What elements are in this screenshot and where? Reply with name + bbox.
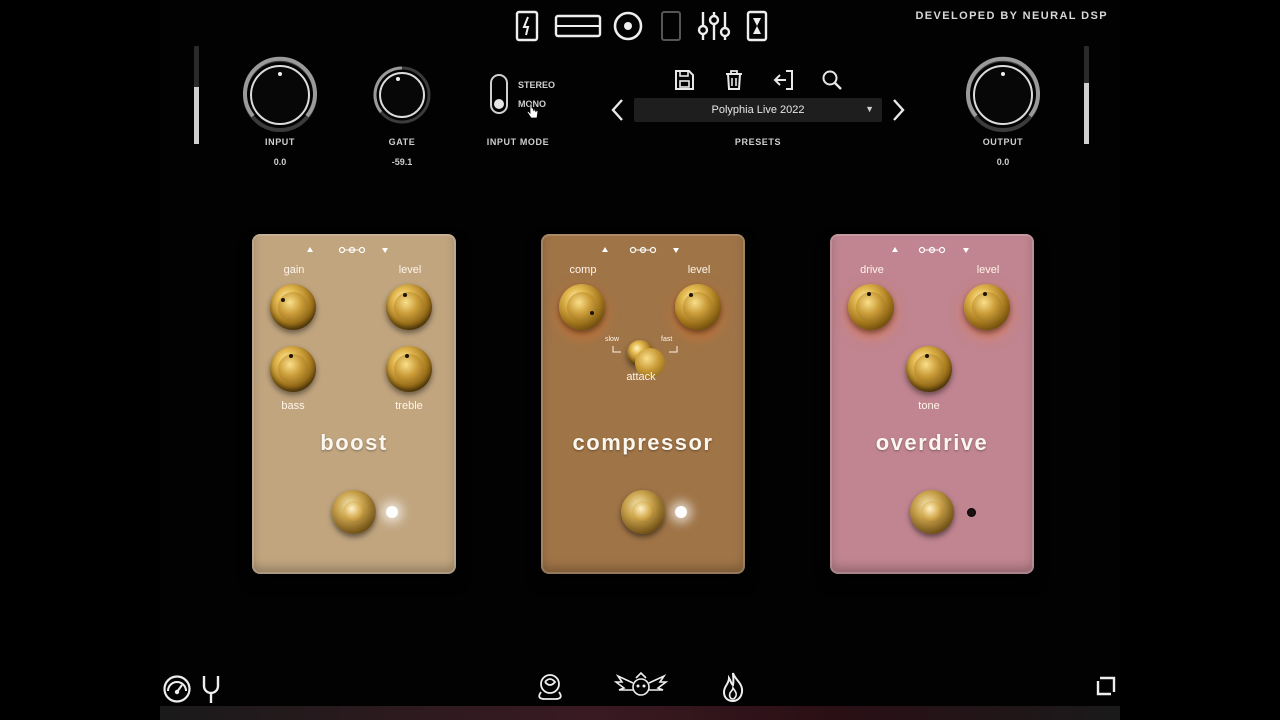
input-mode-toggle[interactable] (490, 74, 508, 114)
preset-name: Polyphia Live 2022 (711, 104, 805, 116)
compressor-pedal: comp level slow fast attack compressor (541, 234, 745, 574)
presets-label: PRESETS (734, 137, 782, 147)
level-knob[interactable] (386, 284, 432, 330)
save-icon (675, 70, 694, 90)
tone-knob[interactable] (906, 346, 952, 392)
resize-icon[interactable] (1096, 676, 1116, 701)
developer-label: DEVELOPED BY NEURAL DSP (915, 10, 1108, 22)
pedal-name: overdrive (875, 430, 989, 455)
pedal-name: boost (320, 430, 388, 455)
trash-icon (726, 70, 742, 90)
chevron-left-icon (611, 99, 623, 121)
footswitch[interactable] (332, 490, 376, 534)
input-meter-fill (194, 87, 199, 144)
search-preset-button[interactable] (820, 68, 844, 92)
mouse-cursor-icon (526, 103, 539, 119)
status-led (967, 508, 976, 517)
mixer-sliders-icon[interactable] (694, 8, 734, 44)
import-preset-button[interactable] (772, 68, 796, 92)
search-icon (822, 70, 842, 90)
preset-dropdown[interactable]: Polyphia Live 2022 ▼ (634, 98, 882, 122)
comp-label: comp (569, 264, 597, 276)
status-led (386, 506, 398, 518)
treble-knob[interactable] (386, 346, 432, 392)
output-knob[interactable] (964, 56, 1042, 134)
overdrive-pedal: drive level tone overdrive (830, 234, 1034, 574)
prev-preset-button[interactable] (608, 96, 628, 124)
tone-label: tone (918, 400, 940, 412)
input-mode-label: INPUT MODE (486, 137, 550, 147)
plugin-window: DEVELOPED BY NEURAL DSP INPUT 0.0 GATE -… (160, 0, 1120, 720)
footswitch[interactable] (910, 490, 954, 534)
pedal-fx-icon[interactable] (512, 8, 542, 44)
next-preset-button[interactable] (888, 96, 908, 124)
drive-label: drive (860, 264, 884, 276)
toggle-thumb (494, 99, 504, 109)
save-preset-button[interactable] (672, 68, 696, 92)
metronome-icon[interactable] (162, 674, 192, 709)
gate-label: GATE (388, 137, 416, 147)
comp-knob[interactable] (559, 284, 605, 330)
bass-knob[interactable] (270, 346, 316, 392)
module-nav: DEVELOPED BY NEURAL DSP (160, 0, 1120, 52)
chevron-down-icon: ▼ (865, 104, 874, 114)
tuner-fork-icon[interactable] (198, 674, 224, 709)
attack-switch[interactable] (627, 340, 665, 378)
gate-knob[interactable] (372, 65, 432, 125)
mode-option-stereo[interactable]: STEREO (518, 80, 555, 90)
input-label: INPUT (265, 137, 295, 147)
wings-emblem-icon[interactable] (613, 670, 669, 707)
treble-label: treble (395, 400, 423, 412)
level-label: level (976, 264, 1000, 276)
status-led (675, 506, 687, 518)
gain-knob[interactable] (270, 284, 316, 330)
amp-head-icon[interactable] (552, 8, 604, 44)
bass-label: bass (281, 400, 305, 412)
level-knob[interactable] (964, 284, 1010, 330)
footswitch[interactable] (621, 490, 665, 534)
level-label: level (398, 264, 422, 276)
output-label: OUTPUT (982, 137, 1024, 147)
routing-mark-icon (892, 246, 969, 254)
flame-icon[interactable] (720, 671, 746, 708)
boost-pedal: gain level bass treble boost (252, 234, 456, 574)
output-meter (1084, 46, 1089, 144)
gate-value: -59.1 (391, 157, 413, 167)
drive-knob[interactable] (848, 284, 894, 330)
cabinet-speaker-icon[interactable] (610, 8, 646, 44)
output-meter-fill (1084, 83, 1089, 144)
chevron-right-icon (893, 99, 905, 121)
attack-label: attack (626, 371, 656, 383)
delete-preset-button[interactable] (722, 68, 746, 92)
bottom-strip (160, 706, 1120, 720)
input-value: 0.0 (273, 157, 287, 167)
rose-logo-icon[interactable] (533, 672, 567, 707)
import-icon (773, 70, 793, 90)
level-label: level (687, 264, 711, 276)
routing-mark-icon (602, 246, 679, 254)
level-knob[interactable] (675, 284, 721, 330)
time-fx-icon[interactable] (744, 8, 770, 44)
input-meter (194, 46, 199, 144)
input-knob[interactable] (241, 56, 319, 134)
gain-label: gain (283, 264, 305, 276)
pedal-name: compressor (572, 430, 714, 455)
output-value: 0.0 (996, 157, 1010, 167)
post-fx-icon[interactable] (658, 8, 684, 44)
routing-mark-icon (307, 246, 388, 254)
